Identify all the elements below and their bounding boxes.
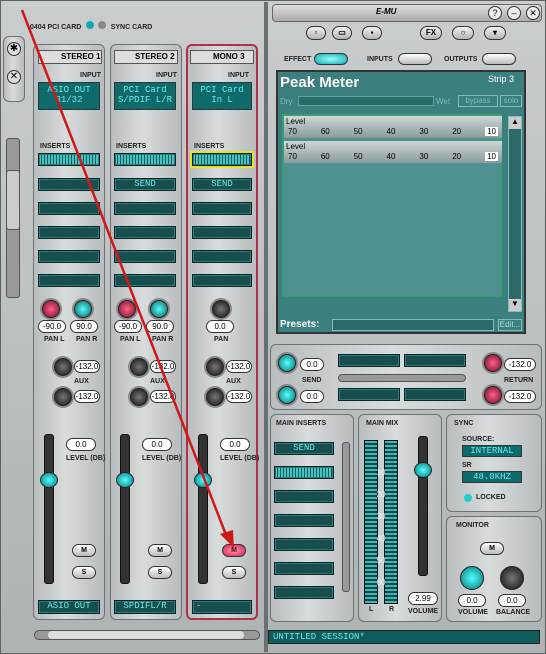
annotation-arrow — [20, 9, 234, 548]
